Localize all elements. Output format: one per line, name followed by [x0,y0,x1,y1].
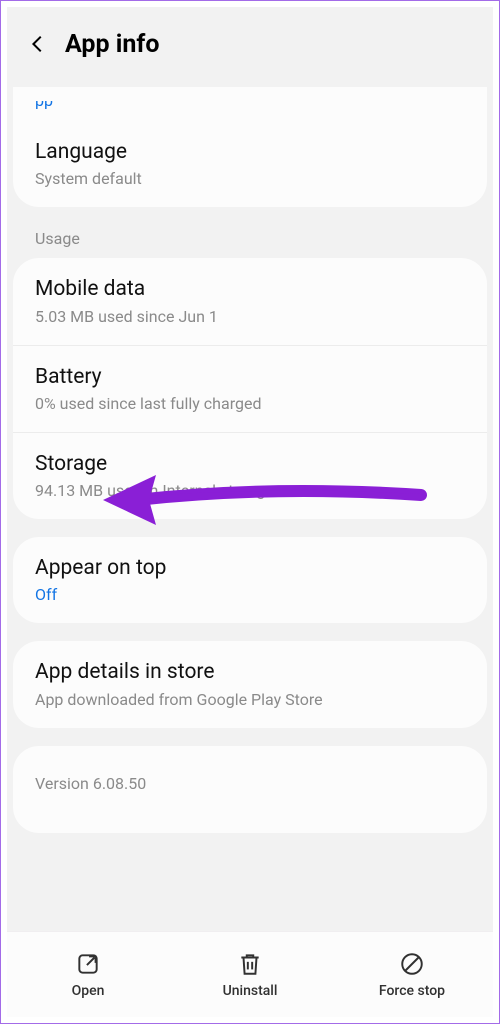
header: App info [7,7,493,77]
action-force-stop[interactable]: Force stop [331,932,493,1017]
clipped-row-peek: pp [13,101,487,115]
row-sub: 5.03 MB used since Jun 1 [35,307,465,327]
row-battery[interactable]: Battery 0% used since last fully charged [13,345,487,432]
row-version: Version 6.08.50 [13,746,487,833]
row-sub: Off [35,585,465,605]
chevron-left-icon [27,33,49,55]
row-sub: App downloaded from Google Play Store [35,690,465,710]
page-title: App info [65,30,159,59]
row-appear-on-top[interactable]: Appear on top Off [13,537,487,623]
row-title: Mobile data [35,276,465,302]
action-open[interactable]: Open [7,932,169,1017]
card-usage-group: Mobile data 5.03 MB used since Jun 1 Bat… [13,258,487,519]
action-uninstall[interactable]: Uninstall [169,932,331,1017]
back-button[interactable] [23,29,53,59]
row-title: Storage [35,451,465,477]
row-title: Language [35,139,465,165]
row-mobile-data[interactable]: Mobile data 5.03 MB used since Jun 1 [13,258,487,344]
content-scroll[interactable]: pp Language System default Usage Mobile … [7,87,493,931]
action-label: Uninstall [223,983,278,999]
section-label-usage: Usage [7,225,493,258]
card-appear-on-top: Appear on top Off [13,537,487,623]
row-app-details[interactable]: App details in store App downloaded from… [13,641,487,727]
card-app-details: App details in store App downloaded from… [13,641,487,727]
version-text: Version 6.08.50 [35,774,146,793]
trash-icon [237,951,263,977]
row-title: Appear on top [35,555,465,581]
row-storage[interactable]: Storage 94.13 MB used in Internal storag… [13,432,487,519]
row-title: Battery [35,364,465,390]
bottom-action-bar: Open Uninstall Force stop [7,931,493,1017]
action-label: Force stop [379,983,445,999]
row-title: App details in store [35,659,465,685]
row-sub: System default [35,169,465,189]
row-language[interactable]: Language System default [13,121,487,207]
stop-icon [399,951,425,977]
row-sub: 94.13 MB used in Internal storage [35,481,465,501]
action-label: Open [72,983,105,999]
open-icon [75,951,101,977]
card-language-group: pp Language System default [13,87,487,207]
row-sub: 0% used since last fully charged [35,394,465,414]
